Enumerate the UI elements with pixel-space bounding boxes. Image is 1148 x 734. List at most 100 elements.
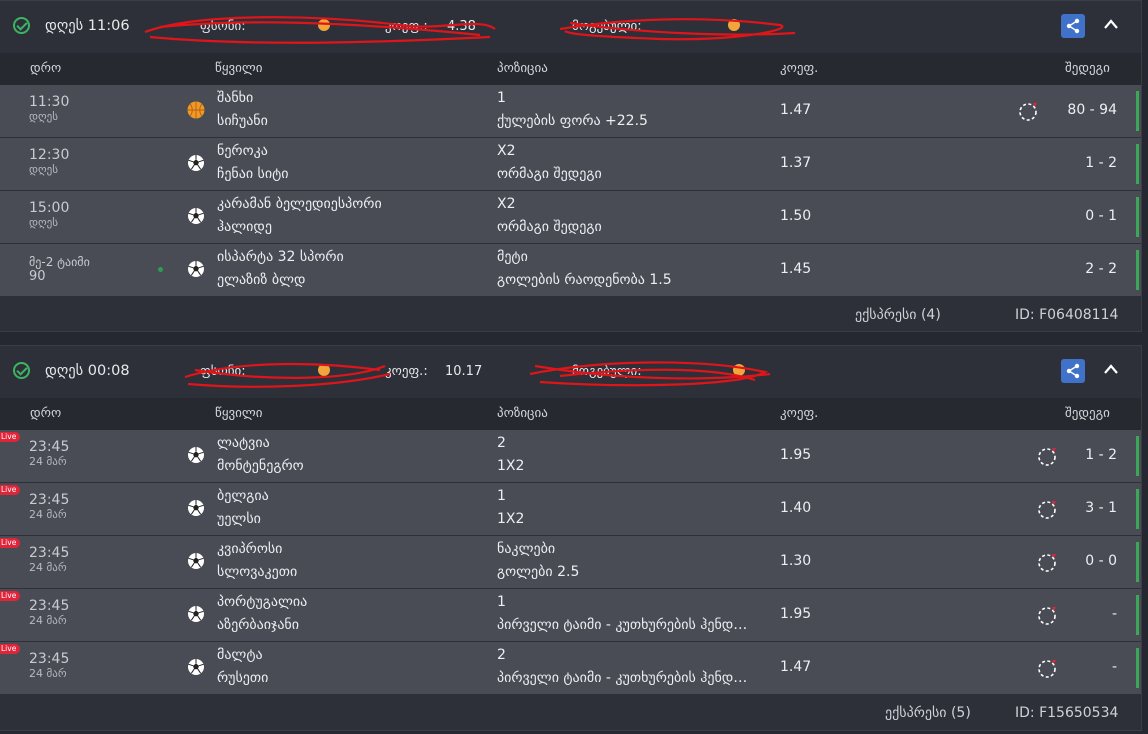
football-icon bbox=[188, 261, 204, 277]
bet-row[interactable]: 15:00 დღეს კარამან ბელედიესპორი ჰალიდე X… bbox=[0, 191, 1141, 243]
event-date: 24 მარ bbox=[29, 561, 67, 574]
bet-date: დღეს 00:08 bbox=[45, 363, 130, 379]
live-stats-icon[interactable] bbox=[1018, 101, 1038, 121]
event-time: 12:30 bbox=[29, 147, 70, 163]
bet-slip-card: დღეს 00:08 ფსონი: კოეფ.: 10.17 მოგებული:… bbox=[0, 345, 1142, 731]
live-stats-icon[interactable] bbox=[1037, 446, 1057, 466]
pick: მეტი bbox=[497, 249, 528, 265]
bet-row[interactable]: Live 23:45 24 მარ ბელგია უელსი 1 1X2 1.4… bbox=[0, 483, 1141, 535]
event-date: 24 მარ bbox=[29, 667, 67, 680]
event-time: 15:00 bbox=[29, 200, 70, 216]
market: პირველი ტაიმი - კუთხურების ჰენდიკაპი bbox=[497, 617, 752, 633]
team-home: ნეროკა bbox=[217, 143, 268, 159]
total-odds: 4.38 bbox=[447, 19, 476, 34]
bet-row[interactable]: Live 23:45 24 მარ პორტუგალია აზერბაიჯანი… bbox=[0, 589, 1141, 641]
bet-row[interactable]: 11:30 დღეს შანხი სიჩუანი 1 ქულების ფორა … bbox=[0, 85, 1141, 137]
col-results: შედეგი bbox=[1065, 406, 1110, 421]
col-time: დრო bbox=[30, 406, 62, 421]
live-badge: Live bbox=[0, 485, 21, 495]
football-icon bbox=[188, 208, 204, 224]
pick: X2 bbox=[497, 143, 516, 159]
payout-coin-icon bbox=[726, 19, 740, 34]
team-home: კვიპროსი bbox=[217, 541, 283, 557]
bet-id: ID: F06408114 bbox=[1015, 307, 1119, 323]
live-stats-icon[interactable] bbox=[1037, 605, 1057, 625]
market: ორმაგი შედეგი bbox=[497, 219, 602, 235]
live-stats-icon[interactable] bbox=[1037, 499, 1057, 519]
football-icon bbox=[188, 155, 204, 171]
live-badge: Live bbox=[0, 591, 21, 601]
total-odds: 10.17 bbox=[445, 364, 483, 379]
odds-label: კოეფ.: bbox=[385, 19, 428, 34]
column-headers: დრო წყვილი პოზიცია კოეფ. შედეგი bbox=[0, 53, 1141, 85]
team-home: პორტუგალია bbox=[217, 594, 308, 610]
team-home: კარამან ბელედიესპორი bbox=[217, 196, 382, 212]
bet-row[interactable]: 12:30 დღეს ნეროკა ჩენაი სიტი X2 ორმაგი შ… bbox=[0, 138, 1141, 190]
status-indicator bbox=[1136, 542, 1139, 582]
team-home: შანხი bbox=[217, 90, 254, 106]
bet-row[interactable]: Live 23:45 24 მარ ლატვია მონტენეგრო 2 1X… bbox=[0, 430, 1141, 482]
odds-value: 1.30 bbox=[780, 553, 812, 569]
live-stats-icon[interactable] bbox=[1037, 552, 1057, 572]
market: გოლების რაოდენობა 1.5 bbox=[497, 272, 672, 288]
score: - bbox=[1111, 606, 1117, 622]
team-away: ჩენაი სიტი bbox=[217, 166, 289, 182]
stake-label: ფსონი: bbox=[200, 364, 246, 379]
score: 0 - 1 bbox=[1085, 208, 1117, 224]
bet-footer: ექსპრესი (5) ID: F15650534 bbox=[0, 695, 1141, 730]
odds-value: 1.50 bbox=[780, 208, 812, 224]
col-time: დრო bbox=[30, 61, 62, 76]
status-indicator bbox=[1136, 250, 1139, 290]
share-icon bbox=[1066, 18, 1080, 34]
bet-row[interactable]: Live 23:45 24 მარ მალტა რუსეთი 2 პირველი… bbox=[0, 642, 1141, 694]
event-date: 24 მარ bbox=[29, 614, 67, 627]
pick: 1 bbox=[497, 90, 506, 106]
live-stats-icon[interactable] bbox=[1037, 658, 1057, 678]
share-icon bbox=[1066, 363, 1080, 379]
event-time: 23:45 bbox=[29, 598, 70, 614]
pick: ნაკლები bbox=[497, 541, 556, 557]
bet-date: დღეს 11:06 bbox=[45, 18, 130, 34]
market: 1X2 bbox=[497, 458, 525, 474]
team-away: მონტენეგრო bbox=[217, 458, 304, 474]
football-icon bbox=[188, 659, 204, 675]
status-indicator bbox=[1136, 489, 1139, 529]
team-home: ისპარტა 32 სპორი bbox=[217, 249, 344, 265]
live-badge: Live bbox=[0, 538, 21, 548]
bet-row[interactable]: მე-2 ტაიმი 90 ისპარტა 32 სპორი ელაზიზ ბლ… bbox=[0, 244, 1141, 296]
express-count: ექსპრესი (4) bbox=[855, 307, 941, 323]
market: 1X2 bbox=[497, 511, 525, 527]
chevron-up-icon[interactable] bbox=[1103, 363, 1119, 375]
status-indicator bbox=[1136, 595, 1139, 635]
event-time: 11:30 bbox=[29, 94, 70, 110]
score: 1 - 2 bbox=[1085, 447, 1117, 463]
pick: 2 bbox=[497, 647, 506, 663]
status-indicator bbox=[1136, 91, 1139, 131]
pick: 1 bbox=[497, 594, 506, 610]
live-badge: Live bbox=[0, 644, 21, 654]
share-button[interactable] bbox=[1061, 14, 1085, 38]
football-icon bbox=[188, 447, 204, 463]
football-icon bbox=[188, 553, 204, 569]
score: 1 - 2 bbox=[1085, 155, 1117, 171]
chevron-up-icon[interactable] bbox=[1103, 18, 1119, 30]
score: 3 - 1 bbox=[1085, 500, 1117, 516]
column-headers: დრო წყვილი პოზიცია კოეფ. შედეგი bbox=[0, 398, 1141, 430]
live-badge: Live bbox=[0, 432, 21, 442]
team-away: ელაზიზ ბლდ bbox=[217, 272, 306, 288]
col-results: შედეგი bbox=[1065, 61, 1110, 76]
bet-row[interactable]: Live 23:45 24 მარ კვიპროსი სლოვაკეთი ნაკ… bbox=[0, 536, 1141, 588]
odds-value: 1.45 bbox=[780, 261, 812, 277]
check-circle-icon bbox=[13, 17, 30, 34]
status-indicator bbox=[1136, 648, 1139, 688]
bet-header: დღეს 11:06 ფსონი: კოეფ.: 4.38 მოგებული: bbox=[0, 1, 1141, 53]
bet-footer: ექსპრესი (4) ID: F06408114 bbox=[0, 297, 1141, 332]
odds-value: 1.95 bbox=[780, 606, 812, 622]
share-button[interactable] bbox=[1061, 359, 1085, 383]
col-position: პოზიცია bbox=[497, 61, 548, 76]
stake-coin-icon bbox=[316, 19, 330, 34]
event-time: 23:45 bbox=[29, 651, 70, 667]
score: - bbox=[1111, 659, 1117, 675]
col-odds: კოეფ. bbox=[780, 61, 819, 76]
pick: X2 bbox=[497, 196, 516, 212]
